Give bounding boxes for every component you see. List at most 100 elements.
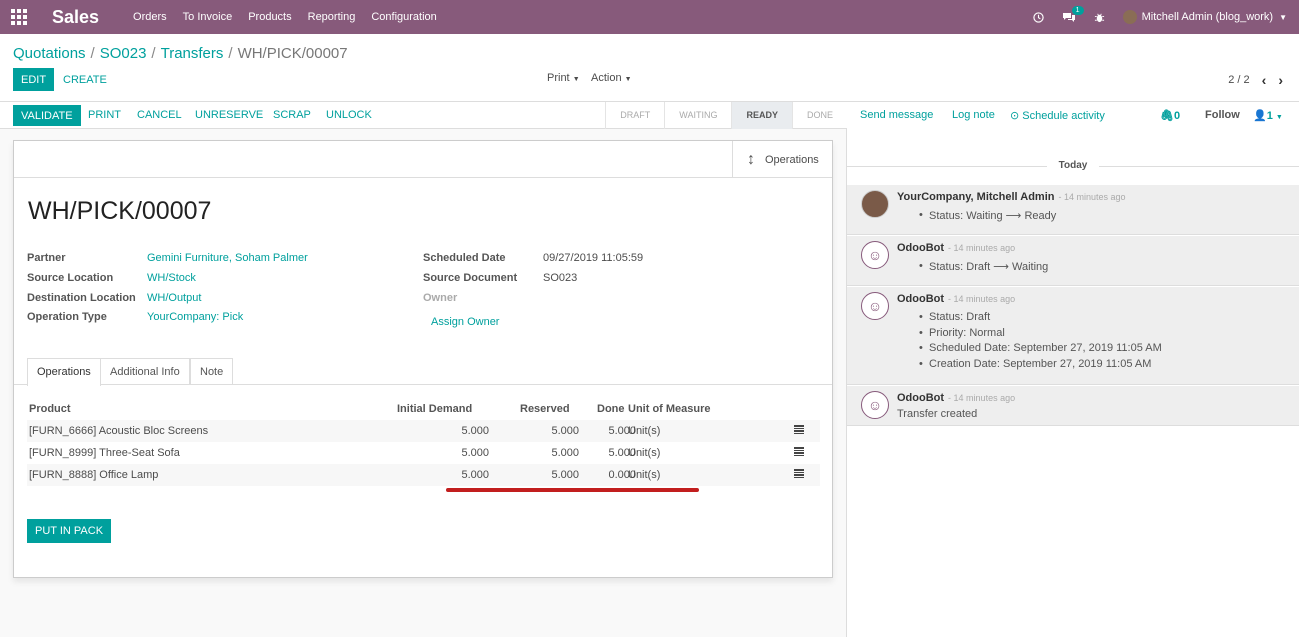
- chatter-message: ☺ OdooBot - 14 minutes ago Transfer creat…: [847, 386, 1299, 426]
- breadcrumb-transfers[interactable]: Transfers: [161, 45, 224, 62]
- arrows-vertical-icon: ↕: [747, 150, 755, 168]
- action-dropdown[interactable]: Action ▼: [591, 72, 632, 84]
- operation-type-value[interactable]: YourCompany: Pick: [147, 311, 243, 323]
- edit-button[interactable]: EDIT: [13, 68, 55, 91]
- table-row[interactable]: [FURN_8888] Office Lamp 5.000 5.000 0.00…: [27, 464, 820, 486]
- tracking-value: Scheduled Date: September 27, 2019 11:05…: [919, 342, 1162, 354]
- apps-menu-icon[interactable]: [0, 0, 38, 34]
- message-time: - 14 minutes ago: [948, 393, 1016, 403]
- red-underline-annotation: [446, 488, 699, 492]
- row-done: 0.000: [608, 469, 636, 481]
- attachments-button[interactable]: 🖇0: [1160, 109, 1180, 122]
- col-reserved[interactable]: Reserved: [520, 403, 570, 415]
- main-menu: Orders To Invoice Products Reporting Con…: [133, 11, 453, 23]
- print-button[interactable]: PRINT: [88, 109, 121, 121]
- breadcrumb-quotations[interactable]: Quotations: [13, 45, 86, 62]
- cancel-button[interactable]: CANCEL: [137, 109, 182, 121]
- message-author[interactable]: YourCompany, Mitchell Admin - 14 minutes …: [897, 191, 1126, 203]
- send-message-button[interactable]: Send message: [860, 109, 933, 121]
- chevron-right-icon[interactable]: ›: [1278, 72, 1283, 88]
- chatter-message: ☺ OdooBot- 14 minutes ago Status: Draft …: [847, 287, 1299, 385]
- destination-location-value[interactable]: WH/Output: [147, 292, 201, 304]
- form-statusbar: VALIDATE PRINT CANCEL UNRESERVE SCRAP UN…: [0, 102, 847, 129]
- message-author[interactable]: OdooBot - 14 minutes ago: [897, 392, 1015, 404]
- destination-location-label: Destination Location: [27, 292, 136, 304]
- row-done: 5.000: [608, 425, 636, 437]
- odoobot-avatar[interactable]: ☺: [861, 292, 889, 320]
- table-row[interactable]: [FURN_8999] Three-Seat Sofa 5.000 5.000 …: [27, 442, 820, 464]
- top-navbar: Sales Orders To Invoice Products Reporti…: [0, 0, 1299, 34]
- tab-additional-info[interactable]: Additional Info: [100, 358, 190, 385]
- pager-value[interactable]: 2 / 2: [1228, 74, 1249, 86]
- detailed-operations-icon[interactable]: [794, 447, 804, 456]
- menu-to-invoice[interactable]: To Invoice: [183, 11, 233, 23]
- odoobot-avatar[interactable]: ☺: [861, 391, 889, 419]
- form-sheet: ↕ Operations WH/PICK/00007 Partner Gemin…: [13, 140, 833, 578]
- caret-down-icon: ▼: [572, 76, 580, 83]
- tab-operations[interactable]: Operations: [27, 358, 101, 386]
- detailed-operations-icon[interactable]: [794, 469, 804, 478]
- create-button[interactable]: CREATE: [63, 74, 107, 86]
- source-document-value: SO023: [543, 272, 578, 284]
- source-location-label: Source Location: [27, 272, 114, 284]
- user-avatar[interactable]: [1122, 10, 1137, 24]
- schedule-activity-button[interactable]: ⊙ Schedule activity: [1010, 109, 1105, 122]
- menu-orders[interactable]: Orders: [133, 11, 167, 23]
- row-reserved: 5.000: [551, 447, 579, 459]
- partner-value[interactable]: Gemini Furniture, Soham Palmer: [147, 252, 308, 264]
- message-author[interactable]: OdooBot - 14 minutes ago: [897, 242, 1015, 254]
- caret-down-icon[interactable]: ▼: [1279, 13, 1287, 22]
- status-steps: DRAFT WAITING READY DONE: [605, 102, 847, 129]
- message-author[interactable]: OdooBot - 14 minutes ago: [897, 293, 1015, 305]
- messaging-icon[interactable]: 1: [1062, 5, 1084, 23]
- col-done[interactable]: Done: [597, 403, 625, 415]
- app-brand[interactable]: Sales: [52, 7, 99, 28]
- tracking-value: Status: Draft ⟶ Waiting: [919, 260, 1048, 273]
- scrap-button[interactable]: SCRAP: [273, 109, 311, 121]
- detailed-operations-icon[interactable]: [794, 425, 804, 434]
- assign-owner-button[interactable]: Assign Owner: [431, 316, 499, 328]
- col-initial-demand[interactable]: Initial Demand: [397, 403, 472, 415]
- step-done: DONE: [791, 102, 847, 129]
- print-dropdown[interactable]: Print ▼: [547, 72, 580, 84]
- follow-button[interactable]: Follow: [1205, 109, 1240, 121]
- odoobot-avatar[interactable]: ☺: [861, 241, 889, 269]
- chatter: Send message Log note ⊙ Schedule activit…: [847, 102, 1299, 637]
- unreserve-button[interactable]: UNRESERVE: [195, 109, 263, 121]
- breadcrumb-so023[interactable]: SO023: [100, 45, 147, 62]
- tab-note[interactable]: Note: [190, 358, 234, 385]
- log-note-button[interactable]: Log note: [952, 109, 995, 121]
- chatter-topbar: Send message Log note ⊙ Schedule activit…: [847, 102, 1299, 129]
- button-box: ↕ Operations: [14, 141, 832, 178]
- table-row[interactable]: [FURN_6666] Acoustic Bloc Screens 5.000 …: [27, 420, 820, 442]
- operations-smart-button[interactable]: ↕ Operations: [732, 141, 832, 178]
- col-unit-of-measure[interactable]: Unit of Measure: [628, 403, 711, 415]
- record-title: WH/PICK/00007: [28, 197, 212, 225]
- source-location-value[interactable]: WH/Stock: [147, 272, 196, 284]
- menu-reporting[interactable]: Reporting: [308, 11, 356, 23]
- clock-icon[interactable]: [1032, 11, 1044, 23]
- col-product[interactable]: Product: [29, 403, 71, 415]
- followers-button[interactable]: 👤1 ▼: [1253, 109, 1283, 122]
- debug-bug-icon[interactable]: [1094, 12, 1105, 23]
- row-uom: Unit(s): [628, 469, 661, 481]
- row-uom: Unit(s): [628, 447, 661, 459]
- user-menu[interactable]: Mitchell Admin (blog_work): [1142, 11, 1273, 23]
- control-panel: Quotations / SO023/Transfers / WH/PICK/00007…: [0, 34, 1299, 102]
- row-initial-demand: 5.000: [461, 447, 489, 459]
- unlock-button[interactable]: UNLOCK: [326, 109, 372, 121]
- row-initial-demand: 5.000: [461, 425, 489, 437]
- put-in-pack-button[interactable]: PUT IN PACK: [27, 519, 112, 543]
- validate-button[interactable]: VALIDATE: [13, 105, 81, 126]
- caret-down-icon: ▼: [1275, 114, 1283, 121]
- message-body: Transfer created: [897, 408, 978, 420]
- tracking-value: Creation Date: September 27, 2019 11:05 …: [919, 358, 1151, 370]
- author-avatar[interactable]: [861, 190, 889, 218]
- message-time: - 14 minutes ago: [948, 294, 1016, 304]
- menu-configuration[interactable]: Configuration: [371, 11, 436, 23]
- user-icon: 👤: [1253, 110, 1267, 122]
- chevron-left-icon[interactable]: ‹: [1262, 72, 1267, 88]
- row-product: [FURN_8999] Three-Seat Sofa: [29, 447, 180, 459]
- tracking-value: Priority: Normal: [919, 327, 1005, 339]
- menu-products[interactable]: Products: [248, 11, 291, 23]
